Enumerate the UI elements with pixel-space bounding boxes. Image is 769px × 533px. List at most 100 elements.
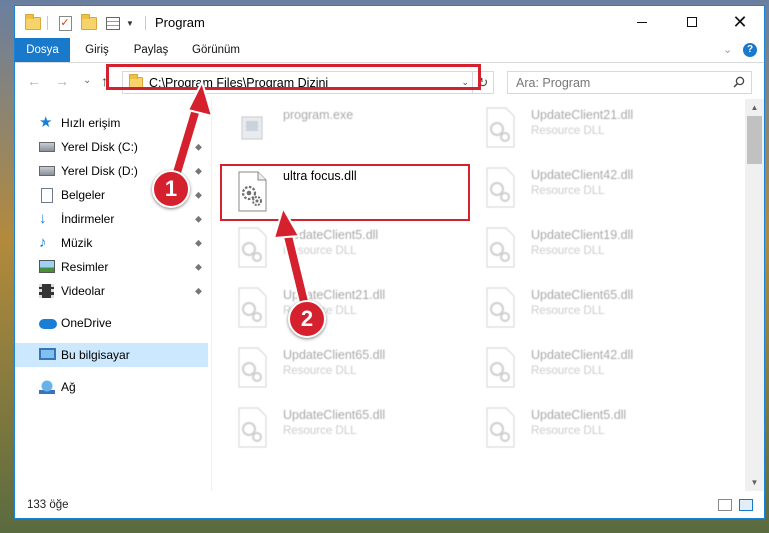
sidebar-item-label: Yerel Disk (D:) — [61, 164, 138, 178]
disk-icon — [39, 164, 55, 178]
help-icon[interactable]: ? — [743, 43, 757, 57]
explorer-window: ✓ ▼ Program ✕ Dosya Giriş Paylaş Görünüm… — [14, 5, 765, 519]
dll-icon — [238, 347, 267, 388]
pin-icon[interactable]: ⬥ — [195, 142, 202, 153]
scroll-up-icon[interactable]: ▲ — [745, 99, 764, 116]
recent-locations-icon[interactable]: ⌄ — [83, 73, 91, 89]
sidebar-item-label: İndirmeler — [61, 212, 115, 226]
file-name: UpdateClient42.dll — [531, 168, 634, 182]
search-box[interactable]: Ara: Program — [507, 71, 752, 94]
scroll-down-icon[interactable]: ▼ — [745, 474, 764, 491]
checklist-icon[interactable]: ✓ — [55, 14, 75, 32]
sidebar-item-music[interactable]: ♪ Müzik ⬥ — [15, 231, 208, 255]
refresh-icon[interactable]: ↻ — [472, 72, 493, 93]
sidebar-item-onedrive[interactable]: OneDrive — [15, 311, 208, 335]
properties-icon[interactable] — [103, 14, 123, 32]
dll-icon — [238, 227, 267, 268]
pin-icon[interactable]: ⬥ — [195, 262, 202, 273]
minimize-icon — [637, 21, 647, 23]
large-icons-view-icon[interactable] — [739, 499, 753, 511]
file-name: UpdateClient19.dll — [531, 228, 634, 242]
file-type: Resource DLL — [531, 365, 605, 377]
file-item[interactable]: UpdateClient21.dll Resource DLL — [212, 279, 446, 335]
sidebar-item-label: Ağ — [61, 380, 76, 394]
exe-icon — [241, 116, 263, 140]
sidebar-item-local-disk-c[interactable]: Yerel Disk (C:) ⬥ — [15, 135, 208, 159]
file-item[interactable]: UpdateClient65.dll Resource DLL — [212, 399, 446, 455]
details-view-icon[interactable] — [718, 499, 732, 511]
sidebar-item-label: OneDrive — [61, 316, 112, 330]
tab-view[interactable]: Görünüm — [185, 38, 247, 62]
file-name: UpdateClient65.dll — [531, 288, 634, 302]
sidebar-item-label: Hızlı erişim — [61, 116, 121, 130]
file-item[interactable]: UpdateClient21.dll Resource DLL — [460, 99, 694, 155]
pin-icon[interactable]: ⬥ — [195, 286, 202, 297]
star-icon: ★ — [39, 114, 53, 131]
file-item[interactable]: UpdateClient65.dll Resource DLL — [460, 279, 694, 335]
maximize-button[interactable] — [669, 6, 715, 38]
network-icon — [39, 380, 55, 394]
dll-icon — [486, 107, 515, 148]
sidebar-item-pictures[interactable]: Resimler ⬥ — [15, 255, 208, 279]
dll-icon — [486, 227, 515, 268]
file-type: Resource DLL — [531, 125, 605, 137]
forward-icon[interactable]: → — [55, 73, 69, 89]
new-folder-icon[interactable] — [79, 13, 99, 32]
file-item[interactable]: UpdateClient19.dll Resource DLL — [460, 219, 694, 275]
scroll-thumb[interactable] — [747, 116, 762, 164]
file-name: UpdateClient21.dll — [531, 108, 634, 122]
address-text[interactable]: C:\Program Files\Program Dizini — [149, 76, 328, 90]
file-type: Resource DLL — [283, 425, 357, 437]
file-item[interactable]: UpdateClient42.dll Resource DLL — [460, 339, 694, 395]
file-item[interactable]: UpdateClient65.dll Resource DLL — [212, 339, 446, 395]
tab-file[interactable]: Dosya — [15, 38, 70, 62]
customize-toolbar-icon[interactable]: ▼ — [125, 14, 135, 32]
sidebar-item-this-pc[interactable]: Bu bilgisayar — [15, 343, 208, 367]
pin-icon[interactable]: ⬥ — [195, 190, 202, 201]
file-item[interactable]: UpdateClient5.dll Resource DLL — [460, 399, 694, 455]
sidebar-item-label: Resimler — [61, 260, 109, 274]
window-title: Program — [155, 15, 205, 30]
folder-icon[interactable] — [23, 13, 43, 32]
search-placeholder[interactable]: Ara: Program — [516, 76, 590, 90]
minimize-button[interactable] — [619, 6, 665, 38]
sidebar-item-downloads[interactable]: ↓ İndirmeler ⬥ — [15, 207, 208, 231]
tab-home[interactable]: Giriş — [77, 38, 117, 62]
close-button[interactable]: ✕ — [717, 6, 763, 38]
vertical-scrollbar[interactable]: ▲ ▼ — [745, 99, 764, 491]
sidebar-item-label: Bu bilgisayar — [61, 348, 130, 362]
pictures-icon — [39, 260, 55, 274]
dll-icon — [486, 347, 515, 388]
file-type: Resource DLL — [283, 365, 357, 377]
file-item[interactable]: program.exe — [212, 99, 446, 155]
file-name: ultra focus.dll — [283, 169, 357, 183]
search-icon[interactable] — [733, 76, 745, 88]
file-name: UpdateClient5.dll — [283, 228, 379, 242]
file-item[interactable]: UpdateClient42.dll Resource DLL — [460, 159, 694, 215]
close-icon: ✕ — [732, 12, 748, 32]
videos-icon — [39, 284, 55, 298]
pin-icon[interactable]: ⬥ — [195, 214, 202, 225]
ribbon-tabs: Dosya Giriş Paylaş Görünüm ⌄ ? — [15, 38, 764, 62]
sidebar-item-quick-access[interactable]: ★ Hızlı erişim — [15, 111, 208, 135]
address-dropdown-icon[interactable]: ⌄ — [461, 77, 469, 88]
dll-icon — [486, 287, 515, 328]
file-item[interactable]: UpdateClient5.dll Resource DLL — [212, 219, 446, 275]
pin-icon[interactable]: ⬥ — [195, 166, 202, 177]
file-item-ultra-focus-dll[interactable]: ultra focus.dll — [212, 163, 446, 219]
back-icon[interactable]: ← — [27, 73, 41, 89]
file-type: Resource DLL — [531, 425, 605, 437]
sidebar-item-network[interactable]: Ağ — [15, 375, 208, 399]
pin-icon[interactable]: ⬥ — [195, 238, 202, 249]
sidebar-item-videos[interactable]: Videolar ⬥ — [15, 279, 208, 303]
file-name: UpdateClient65.dll — [283, 408, 386, 422]
address-bar[interactable]: C:\Program Files\Program Dizini ⌄ ↻ — [122, 71, 494, 94]
expand-ribbon-icon[interactable]: ⌄ — [723, 43, 732, 56]
title-bar: ✓ ▼ Program ✕ — [15, 6, 764, 38]
up-icon[interactable]: ↑ — [101, 73, 108, 89]
tab-share[interactable]: Paylaş — [127, 38, 175, 62]
file-name: UpdateClient5.dll — [531, 408, 627, 422]
sidebar-item-label: Müzik — [61, 236, 93, 250]
music-icon: ♪ — [39, 234, 47, 251]
navigation-pane: ★ Hızlı erişim Yerel Disk (C:) ⬥ Yerel D… — [15, 99, 211, 491]
